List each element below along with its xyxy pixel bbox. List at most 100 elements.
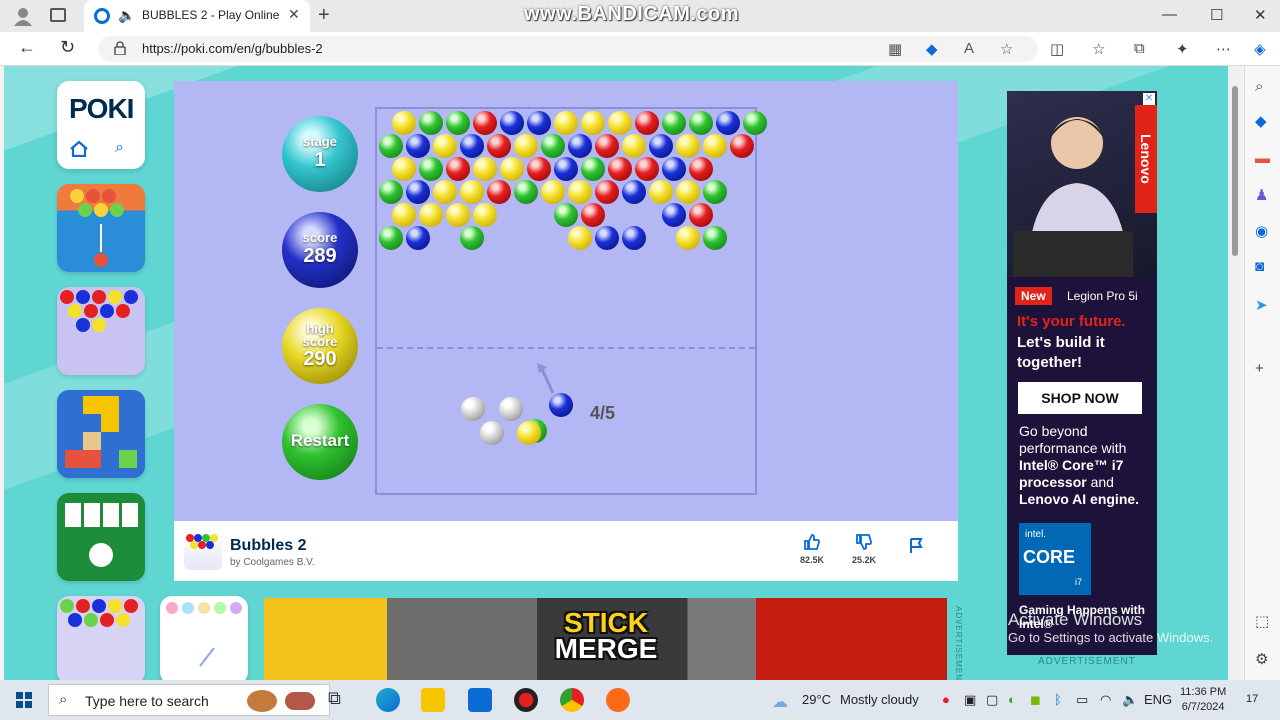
game-thumbnail-bubbles[interactable] (57, 287, 145, 375)
game-canvas[interactable]: stage 1 score 289 high score 290 Restart… (174, 81, 958, 521)
coupon-tag-icon[interactable]: ◆ (926, 40, 938, 58)
screen-tray-icon[interactable]: ▣ (964, 692, 976, 708)
likes-count: 82.5K (799, 555, 825, 565)
favorites-icon[interactable]: ☆ (1092, 40, 1105, 58)
sidebar-copilot-icon[interactable]: ◉ (1255, 222, 1268, 240)
ad-body: Go beyond performance with Intel® Core™ … (1019, 423, 1155, 508)
apps-icon[interactable]: ▦ (888, 40, 902, 58)
lenovo-ad[interactable]: Lenovo ✕ New Legion Pro 5i It's your fut… (1007, 91, 1157, 655)
speaker-icon[interactable]: 🔈 (118, 7, 135, 24)
tab-actions-icon[interactable] (50, 8, 66, 22)
game-thumbnail-bubble-shooter[interactable] (57, 184, 145, 272)
weather-cloud-icon[interactable]: ☁ (772, 692, 788, 712)
bubble-yellow (473, 157, 497, 181)
sidebar-outlook-icon[interactable]: ◙ (1255, 258, 1264, 275)
new-tab-button[interactable]: + (318, 4, 330, 27)
record-tray-icon[interactable]: ● (942, 692, 950, 707)
back-arrow-icon[interactable]: ← (18, 37, 36, 58)
mail-icon[interactable] (468, 688, 492, 712)
poki-logo[interactable]: POKI (69, 93, 134, 125)
block-puzzle-art (65, 396, 137, 468)
sidebar-search-icon[interactable]: ⌕ (1255, 78, 1263, 95)
soundcloud-icon[interactable] (606, 688, 630, 712)
sidebar-settings-icon[interactable]: ⚙ (1255, 650, 1268, 668)
read-aloud-icon[interactable]: A (964, 40, 974, 57)
windows-start-icon[interactable] (16, 692, 32, 708)
display-tray-icon[interactable]: ▭ (1076, 692, 1088, 708)
close-window-button[interactable]: ✕ (1254, 6, 1267, 24)
tab-close-icon[interactable]: ✕ (288, 6, 300, 23)
file-explorer-icon[interactable] (421, 688, 445, 712)
stick-merge-promo[interactable]: STICK MERGE (264, 598, 947, 680)
lock-icon[interactable] (114, 41, 126, 55)
sidebar-games-icon[interactable]: ♟ (1255, 186, 1268, 204)
app-tray-icon[interactable]: ◐ (1008, 692, 1016, 707)
taskbar-clock[interactable]: 11:36 PM 6/7/2024 (1180, 685, 1226, 715)
shooter-bubble-blue[interactable] (549, 393, 573, 417)
windows-taskbar: ⌕ Type here to search ⧉ ☁ 29°C Mostly cl… (0, 680, 1280, 720)
device-tray-icon[interactable]: ▢ (986, 692, 998, 708)
notifications-icon[interactable]: 17 (1246, 693, 1258, 705)
weather-temp[interactable]: 29°C (802, 692, 831, 707)
chrome-icon[interactable] (560, 688, 584, 712)
split-screen-icon[interactable]: ◫ (1050, 40, 1064, 58)
high-score-indicator: high score 290 (282, 308, 358, 384)
game-thumbnail-ball-drop[interactable] (160, 596, 248, 680)
bubbles-2-art (186, 534, 218, 549)
game-thumbnail-bubble-pop[interactable] (57, 596, 145, 680)
sidebar-add-icon[interactable]: + (1255, 360, 1264, 377)
bandicam-icon[interactable] (514, 688, 538, 712)
collections-icon[interactable]: ⧉ (1134, 40, 1145, 57)
wifi-icon[interactable]: ◠ (1100, 692, 1111, 708)
extensions-icon[interactable]: ✦ (1176, 40, 1189, 58)
favorite-star-icon[interactable]: ☆ (1000, 40, 1013, 58)
restart-button[interactable]: Restart (282, 404, 358, 480)
ad-subhead: Let's build it together! (1017, 334, 1105, 371)
taskbar-search[interactable]: ⌕ Type here to search (48, 684, 330, 716)
recorder-watermark: www.BANDICAM.com (524, 3, 740, 25)
sidebar-tools-icon[interactable]: ▬ (1255, 150, 1270, 167)
spent-bubble (461, 397, 485, 421)
scrollbar-thumb[interactable] (1232, 86, 1238, 256)
volume-icon[interactable]: 🔈 (1122, 692, 1138, 708)
edge-taskbar-icon[interactable] (376, 688, 400, 712)
address-bar[interactable]: https://poki.com/en/g/bubbles-2 ▦ ◆ A ☆ (98, 36, 1038, 62)
page-scrollbar[interactable] (1228, 66, 1242, 680)
sidebar-screenshot-icon[interactable]: ⬚ (1255, 612, 1269, 630)
stage-value: 1 (314, 149, 326, 171)
like-button[interactable]: 82.5K (792, 533, 832, 565)
home-icon[interactable] (69, 141, 89, 157)
more-menu-icon[interactable]: ⋯ (1216, 40, 1231, 58)
profile-icon[interactable] (12, 6, 34, 26)
bluetooth-icon[interactable]: ᛒ (1054, 692, 1062, 707)
bubble-green (419, 157, 443, 181)
minimize-button[interactable]: — (1162, 6, 1177, 23)
weather-desc[interactable]: Mostly cloudy (840, 692, 919, 707)
windows-activation-watermark: Activate Windows Go to Settings to activ… (1008, 610, 1228, 645)
bubble-pop-art (60, 599, 138, 627)
sidebar-telegram-icon[interactable]: ➤ (1255, 296, 1268, 314)
bubble-board[interactable]: 4/5 (375, 107, 767, 495)
search-icon[interactable]: ⌕ (115, 139, 124, 157)
intel-brand: intel. (1025, 529, 1047, 540)
url-text[interactable]: https://poki.com/en/g/bubbles-2 (142, 41, 323, 56)
copilot-icon[interactable]: ◈ (1254, 40, 1266, 58)
report-flag-button[interactable] (908, 537, 924, 560)
game-thumbnail-solitaire[interactable] (57, 493, 145, 581)
dislike-button[interactable]: 25.2K (844, 533, 884, 565)
sidebar-tag-icon[interactable]: ◆ (1255, 112, 1267, 130)
tab-bubbles-2[interactable]: 🔈 BUBBLES 2 - Play Online for Free! | Po… (84, 0, 310, 32)
shop-now-button[interactable]: SHOP NOW (1018, 382, 1142, 414)
refresh-icon[interactable]: ↻ (60, 37, 75, 58)
language-indicator[interactable]: ENG (1144, 692, 1172, 707)
task-view-icon[interactable]: ⧉ (328, 688, 352, 712)
bubble-yellow (392, 157, 416, 181)
poki-logo-card[interactable]: POKI ⌕ (57, 81, 145, 169)
ad-close-icon[interactable]: ✕ (1143, 93, 1155, 105)
bubble-blue (662, 157, 686, 181)
game-thumbnail-block-puzzle[interactable] (57, 390, 145, 478)
maximize-button[interactable]: ☐ (1210, 6, 1223, 24)
spent-bubble (480, 421, 504, 445)
bubble-yellow (392, 203, 416, 227)
nvidia-tray-icon[interactable]: ◼ (1030, 692, 1041, 708)
